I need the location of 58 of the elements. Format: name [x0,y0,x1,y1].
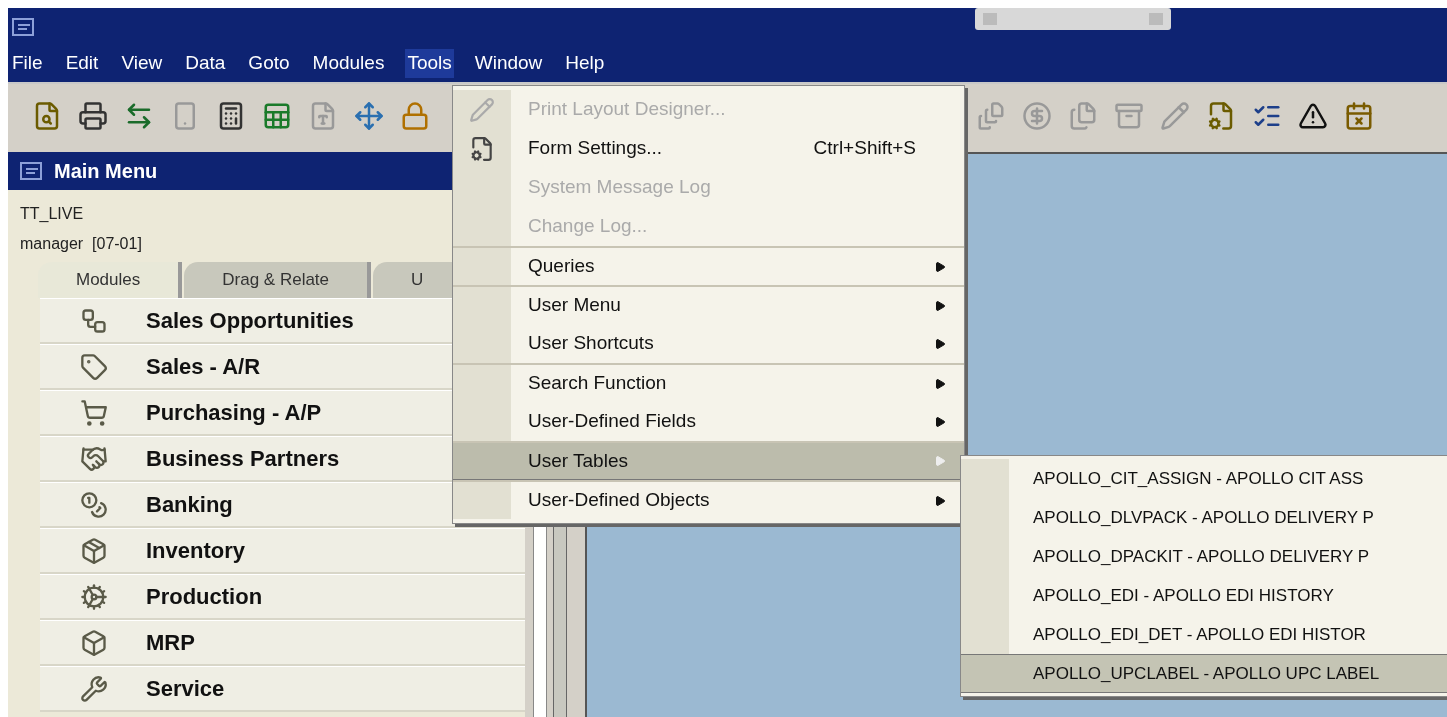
module-item[interactable]: Production [40,574,525,620]
cube-icon [80,628,108,657]
panel-tab[interactable]: Modules [38,262,183,298]
pencil-icon[interactable] [1160,100,1190,131]
menu-item[interactable]: Edit [63,49,101,78]
user-info: manager [07-01] [20,234,143,254]
padlock-icon[interactable] [400,100,430,131]
gear-icon [80,582,108,611]
calendar-icon[interactable] [1344,100,1374,131]
coins-icon [80,490,108,519]
handshake-icon [80,444,108,473]
pencil-icon [469,96,495,123]
wrench-icon [80,674,108,703]
menu-item[interactable]: Modules [310,49,387,78]
menu-item[interactable]: Queries [453,246,964,285]
shortcut-text: Ctrl+Shift+S [813,136,916,161]
flow-icon [80,306,108,335]
tag-icon [80,352,108,381]
submenu-item[interactable]: APOLLO_EDI - APOLLO EDI HISTORY [961,576,1447,615]
submenu-arrow-icon [934,260,946,273]
menu-item[interactable]: View [119,49,165,78]
submenu-item[interactable]: APOLLO_CIT_ASSIGN - APOLLO CIT ASS [961,459,1447,498]
menu-item[interactable]: Data [183,49,228,78]
document-stack-icon[interactable] [976,100,1006,131]
menu-item[interactable]: Form Settings... Ctrl+Shift+S [453,129,964,168]
submenu-item[interactable]: APOLLO_EDI_DET - APOLLO EDI HISTOR [961,615,1447,654]
form-gear-icon [469,135,495,162]
package-icon [80,536,108,565]
menu-item[interactable]: Goto [246,49,292,78]
submenu-item[interactable]: APOLLO_DPACKIT - APOLLO DELIVERY P [961,537,1447,576]
window-icon [12,17,34,36]
printer-icon[interactable] [78,100,108,131]
menu-item[interactable]: User Tables [453,441,964,480]
menu-item[interactable]: User-Defined Objects [453,480,964,519]
submenu-arrow-icon [934,415,946,428]
menu-item[interactable]: File [10,49,45,78]
cart-icon [80,398,108,427]
menu-item[interactable]: User Menu [453,285,964,324]
submenu-item[interactable]: APOLLO_DLVPACK - APOLLO DELIVERY P [961,498,1447,537]
files-icon[interactable] [1068,100,1098,131]
submenu-arrow-icon [934,494,946,507]
panel-tab[interactable]: Drag & Relate [184,262,372,298]
submenu-arrow-icon [934,377,946,390]
move-arrows-icon[interactable] [354,100,384,131]
window-icon [20,162,42,180]
module-item[interactable]: Service [40,666,525,712]
submenu-arrow-icon [934,455,946,467]
menu-item[interactable]: Search Function [453,363,964,402]
panel-title: Main Menu [54,159,158,184]
menu-item[interactable]: Window [472,49,545,78]
company-name: TT_LIVE [20,204,85,224]
submenu-item[interactable]: APOLLO_UPCLABEL - APOLLO UPC LABEL [961,654,1447,693]
menu-item[interactable]: Tools [405,49,454,78]
menu-item[interactable]: Help [563,49,607,78]
submenu-arrow-icon [934,299,946,312]
module-item[interactable]: Inventory [40,528,525,574]
submenu-arrow-icon [934,337,946,350]
module-item[interactable]: MRP [40,620,525,666]
